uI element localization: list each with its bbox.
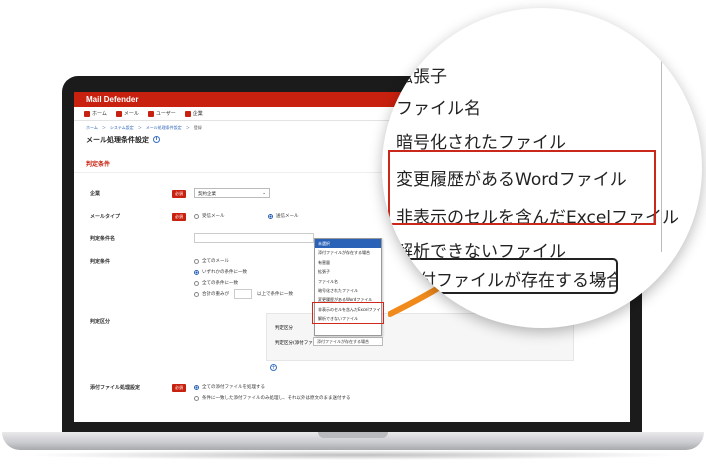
info-icon[interactable]: i bbox=[153, 136, 160, 143]
user-icon bbox=[147, 110, 154, 117]
radio-icon bbox=[194, 291, 199, 297]
nav-item-user[interactable]: ユーザー bbox=[147, 110, 176, 117]
weight-input[interactable] bbox=[234, 289, 252, 299]
company-select[interactable]: 契約企業 ⌄ bbox=[194, 188, 270, 198]
condition-label: 判定条件 bbox=[90, 259, 111, 265]
laptop-notch bbox=[318, 432, 388, 438]
category-attach-value: 添付ファイルが存在する場合 bbox=[317, 339, 369, 344]
radio-label: 受信メール bbox=[202, 214, 225, 219]
page-title-text: メール処理条件設定 bbox=[86, 135, 149, 144]
action-label: 添付ファイル処理設定 bbox=[90, 385, 141, 391]
building-icon bbox=[184, 110, 191, 117]
category-label: 判定区分 bbox=[90, 319, 111, 325]
radio-selected-icon bbox=[194, 269, 199, 275]
radio-label: 合計の重みが bbox=[202, 292, 229, 297]
dropdown-option[interactable]: 添付ファイルが存在する場合 bbox=[315, 248, 381, 257]
highlight-box bbox=[312, 302, 384, 324]
breadcrumb-system[interactable]: システム設定 bbox=[110, 125, 134, 130]
required-badge: 必須 bbox=[172, 213, 186, 221]
mail-type-label: メールタイプ bbox=[90, 214, 121, 220]
breadcrumb-home[interactable]: ホーム bbox=[86, 125, 98, 130]
category-sub-label: 判定区分 bbox=[275, 326, 293, 331]
mail-type-radio-sent[interactable]: 送信メール bbox=[268, 213, 299, 219]
nav-label: メール bbox=[123, 111, 139, 117]
action-radio-all[interactable]: 全ての添付ファイルを処理する bbox=[194, 384, 265, 390]
weight-suffix: 以上で条件に一致 bbox=[257, 292, 293, 297]
radio-label: 全ての条件に一致 bbox=[202, 281, 238, 286]
nav-item-home[interactable]: ホーム bbox=[84, 110, 107, 117]
nav-item-company[interactable]: 企業 bbox=[184, 110, 203, 117]
radio-label: 条件に一致した添付ファイルのみ処理し、それ以外は原文のまま送付する bbox=[202, 396, 351, 401]
magnified-select-value: 添付ファイルが存在する場合 bbox=[402, 271, 618, 291]
radio-selected-icon bbox=[268, 213, 273, 219]
hero-illustration: Mail Defender ホーム メール ユーザー 企業 ホーム＞システム設定… bbox=[0, 0, 706, 464]
mail-type-radio-received[interactable]: 受信メール bbox=[194, 213, 225, 219]
dropdown-option[interactable]: 拡張子 bbox=[315, 267, 381, 276]
radio-icon bbox=[194, 258, 199, 264]
radio-icon bbox=[194, 395, 199, 401]
dropdown-option[interactable]: 有害量 bbox=[315, 258, 381, 267]
chevron-down-icon: ⌄ bbox=[596, 266, 610, 285]
company-value: 契約企業 bbox=[198, 192, 216, 197]
radio-label: 全ての添付ファイルを処理する bbox=[202, 385, 265, 390]
breadcrumb-sep: ＞ bbox=[137, 125, 142, 130]
condition-radio-weight[interactable]: 合計の重みが bbox=[194, 291, 229, 297]
condition-radio-any[interactable]: いずれかの条件に一致 bbox=[194, 269, 247, 275]
condition-name-input[interactable] bbox=[194, 233, 314, 243]
radio-selected-icon bbox=[194, 384, 199, 390]
dropdown-option[interactable]: 暗号化されたファイル bbox=[315, 286, 381, 295]
nav-label: ホーム bbox=[92, 111, 107, 117]
add-condition-icon[interactable]: + bbox=[270, 364, 277, 371]
chevron-down-icon: ⌄ bbox=[262, 191, 266, 196]
action-radio-matched[interactable]: 条件に一致した添付ファイルのみ処理し、それ以外は原文のまま送付する bbox=[194, 395, 351, 401]
laptop-shadow bbox=[20, 450, 686, 460]
required-badge: 必須 bbox=[172, 384, 186, 392]
condition-name-label: 判定条件名 bbox=[90, 236, 116, 242]
magnified-option[interactable]: 拡張子 bbox=[396, 62, 447, 87]
breadcrumb-current: 登録 bbox=[193, 125, 202, 130]
breadcrumb-sep: ＞ bbox=[101, 125, 106, 130]
magnified-option[interactable]: ファイル名 bbox=[396, 94, 481, 119]
nav-item-mail[interactable]: メール bbox=[115, 110, 139, 117]
condition-radio-all-mail[interactable]: 全てのメール bbox=[194, 258, 229, 264]
breadcrumb-sep: ＞ bbox=[185, 125, 190, 130]
dropdown-option[interactable]: ファイル名 bbox=[315, 277, 381, 286]
magnifier-circle: 拡張子 ファイル名 暗号化されたファイル 変更履歴があるWordファイル 非表示… bbox=[382, 8, 702, 328]
magnified-highlight-box bbox=[388, 150, 656, 225]
company-label: 企業 bbox=[90, 191, 101, 197]
radio-label: 送信メール bbox=[276, 214, 299, 219]
dropdown-option[interactable]: 未選択 bbox=[315, 239, 381, 249]
condition-radio-all[interactable]: 全ての条件に一致 bbox=[194, 280, 238, 286]
required-badge: 必須 bbox=[172, 190, 186, 198]
home-icon bbox=[84, 110, 90, 117]
mail-icon bbox=[115, 110, 122, 117]
breadcrumb-mail-rules[interactable]: メール処理条件設定 bbox=[146, 125, 182, 130]
nav-label: ユーザー bbox=[155, 111, 176, 117]
nav-label: 企業 bbox=[192, 111, 203, 117]
magnified-select[interactable]: 添付ファイルが存在する場合 bbox=[390, 258, 618, 294]
category-attach-select[interactable]: 添付ファイルが存在する場合 bbox=[313, 337, 383, 346]
radio-label: 全てのメール bbox=[202, 259, 229, 264]
radio-label: いずれかの条件に一致 bbox=[202, 270, 247, 275]
radio-icon bbox=[194, 280, 199, 286]
radio-icon bbox=[194, 213, 199, 219]
